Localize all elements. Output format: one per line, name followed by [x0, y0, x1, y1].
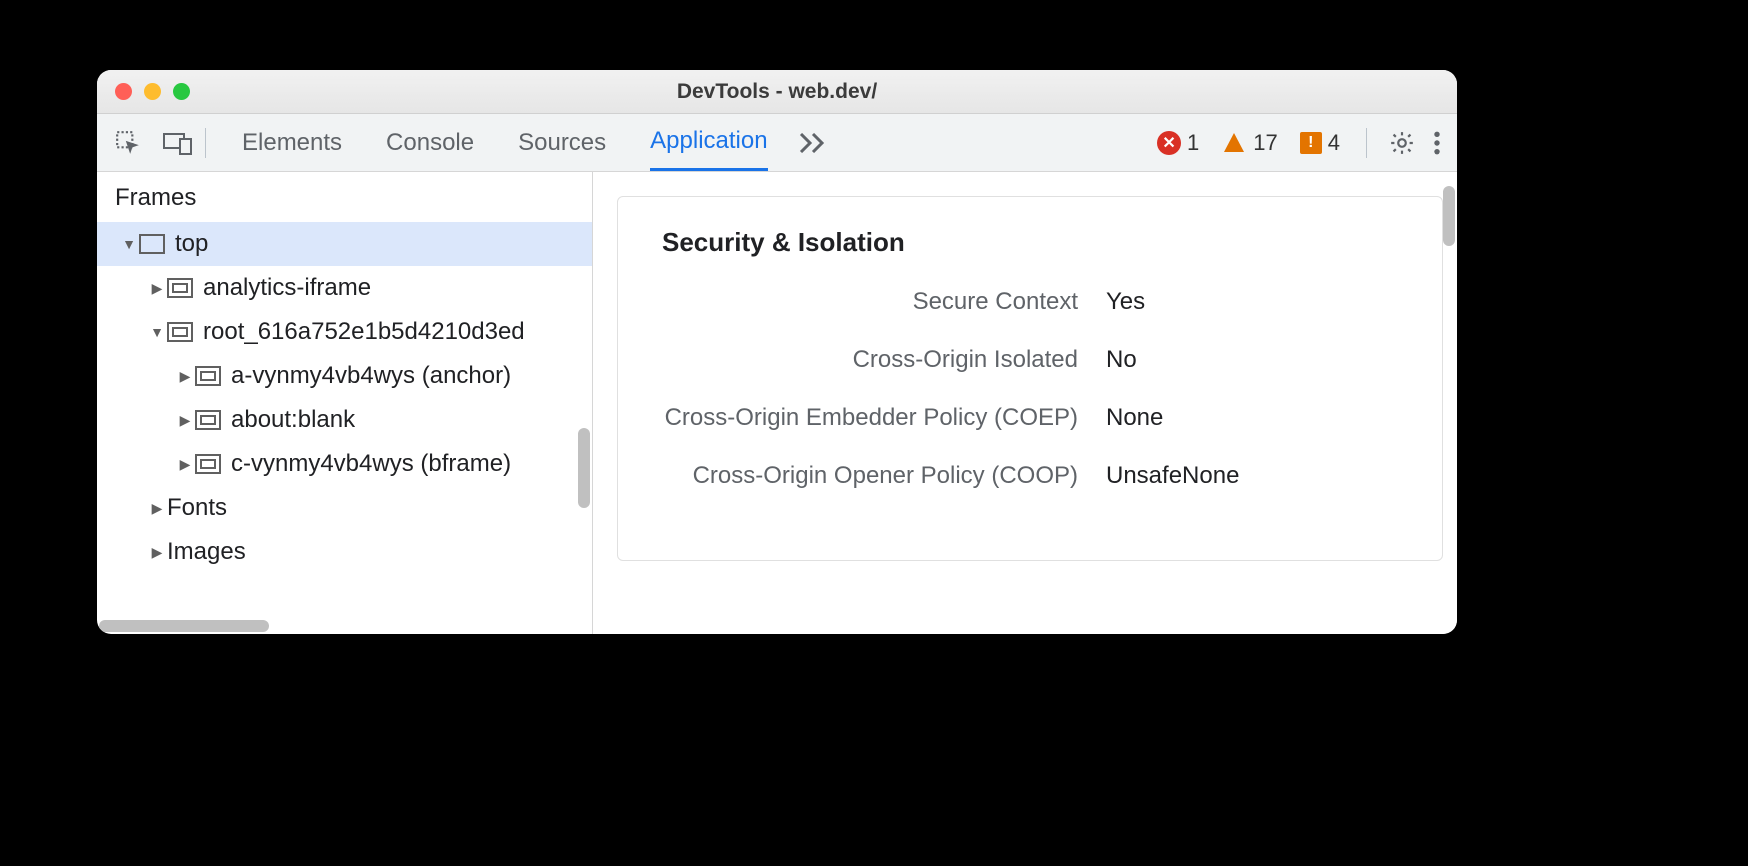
chevron-right-icon[interactable]: ▶	[149, 500, 165, 517]
settings-icon[interactable]	[1389, 130, 1415, 156]
tree-row[interactable]: ▼ root_616a752e1b5d4210d3ed	[97, 310, 592, 354]
tree-row[interactable]: ▶ a-vynmy4vb4wys (anchor)	[97, 354, 592, 398]
scrollbar-vertical[interactable]	[578, 428, 590, 508]
tab-console[interactable]: Console	[386, 114, 474, 171]
panel-heading: Security & Isolation	[626, 227, 1434, 258]
property-value: Yes	[1106, 288, 1145, 316]
tree-item-label: c-vynmy4vb4wys (bframe)	[231, 450, 511, 478]
chevron-right-icon[interactable]: ▶	[177, 412, 193, 429]
property-row: Cross-Origin Opener Policy (COOP)UnsafeN…	[626, 462, 1434, 490]
chevron-right-icon[interactable]: ▶	[149, 280, 165, 297]
tabs: Elements Console Sources Application	[242, 114, 768, 171]
iframe-icon	[195, 366, 221, 386]
tree-row[interactable]: ▶ c-vynmy4vb4wys (bframe)	[97, 442, 592, 486]
traffic-lights	[97, 83, 190, 100]
property-key: Cross-Origin Opener Policy (COOP)	[626, 462, 1106, 490]
tab-label: Application	[650, 127, 767, 155]
frame-icon	[139, 234, 165, 254]
property-key: Cross-Origin Isolated	[626, 346, 1106, 374]
iframe-icon	[167, 278, 193, 298]
warning-icon	[1221, 131, 1247, 155]
scrollbar-vertical[interactable]	[1443, 186, 1455, 246]
tree-row[interactable]: ▼ top	[97, 222, 592, 266]
warning-count[interactable]: 17	[1221, 130, 1291, 156]
tab-label: Elements	[242, 129, 342, 157]
chevron-down-icon[interactable]: ▼	[149, 324, 165, 340]
issues-icon: !	[1300, 132, 1322, 154]
toolbar: Elements Console Sources Application ✕ 1…	[97, 114, 1457, 172]
titlebar: DevTools - web.dev/	[97, 70, 1457, 114]
issues-count-value: 4	[1328, 130, 1340, 156]
chevron-right-icon[interactable]: ▶	[177, 456, 193, 473]
fullscreen-window-button[interactable]	[173, 83, 190, 100]
chevron-right-icon[interactable]: ▶	[177, 368, 193, 385]
more-menu-icon[interactable]	[1433, 130, 1441, 156]
warning-count-value: 17	[1253, 130, 1277, 156]
tree-item-label: Images	[167, 538, 246, 566]
error-icon: ✕	[1157, 131, 1181, 155]
tab-application[interactable]: Application	[650, 114, 767, 171]
iframe-icon	[195, 454, 221, 474]
property-value: UnsafeNone	[1106, 462, 1239, 490]
property-key: Cross-Origin Embedder Policy (COEP)	[626, 404, 1106, 432]
tree-row[interactable]: ▶Images	[97, 530, 592, 574]
toolbar-divider	[205, 128, 206, 158]
property-value: None	[1106, 404, 1163, 432]
iframe-icon	[195, 410, 221, 430]
scrollbar-horizontal[interactable]	[99, 620, 269, 632]
window-title: DevTools - web.dev/	[97, 80, 1457, 104]
property-row: Cross-Origin Embedder Policy (COEP)None	[626, 404, 1434, 432]
sidebar: Frames ▼ top ▶ analytics-iframe ▼ root_616a75…	[97, 172, 593, 634]
tab-label: Console	[386, 129, 474, 157]
tree-item-label: root_616a752e1b5d4210d3ed	[203, 318, 525, 346]
error-count-value: 1	[1187, 130, 1199, 156]
tree-item-label: a-vynmy4vb4wys (anchor)	[231, 362, 511, 390]
property-row: Cross-Origin IsolatedNo	[626, 346, 1434, 374]
tree-row[interactable]: ▶ analytics-iframe	[97, 266, 592, 310]
more-tabs-icon[interactable]	[798, 133, 828, 153]
content: Frames ▼ top ▶ analytics-iframe ▼ root_616a75…	[97, 172, 1457, 634]
property-key: Secure Context	[626, 288, 1106, 316]
frames-tree: ▼ top ▶ analytics-iframe ▼ root_616a752e1b5d4…	[97, 222, 592, 634]
tree-item-label: top	[175, 230, 208, 258]
main-panel: Security & Isolation Secure ContextYes Cr…	[593, 172, 1457, 634]
devtools-window: DevTools - web.dev/ Elements Console Sou…	[97, 70, 1457, 634]
tab-label: Sources	[518, 129, 606, 157]
security-isolation-card: Security & Isolation Secure ContextYes Cr…	[617, 196, 1443, 561]
minimize-window-button[interactable]	[144, 83, 161, 100]
device-toolbar-icon[interactable]	[163, 131, 193, 155]
iframe-icon	[167, 322, 193, 342]
tree-item-label: analytics-iframe	[203, 274, 371, 302]
tree-row[interactable]: ▶ about:blank	[97, 398, 592, 442]
toolbar-divider	[1366, 128, 1367, 158]
inspect-element-icon[interactable]	[115, 130, 141, 156]
chevron-down-icon[interactable]: ▼	[121, 236, 137, 252]
tree-row[interactable]: ▶Fonts	[97, 486, 592, 530]
tree-item-label: Fonts	[167, 494, 227, 522]
tab-sources[interactable]: Sources	[518, 114, 606, 171]
property-row: Secure ContextYes	[626, 288, 1434, 316]
tree-item-label: about:blank	[231, 406, 355, 434]
issues-count[interactable]: ! 4	[1300, 130, 1354, 156]
chevron-right-icon[interactable]: ▶	[149, 544, 165, 561]
error-count[interactable]: ✕ 1	[1157, 130, 1213, 156]
tab-elements[interactable]: Elements	[242, 114, 342, 171]
close-window-button[interactable]	[115, 83, 132, 100]
sidebar-section-header: Frames	[97, 172, 592, 222]
property-value: No	[1106, 346, 1137, 374]
